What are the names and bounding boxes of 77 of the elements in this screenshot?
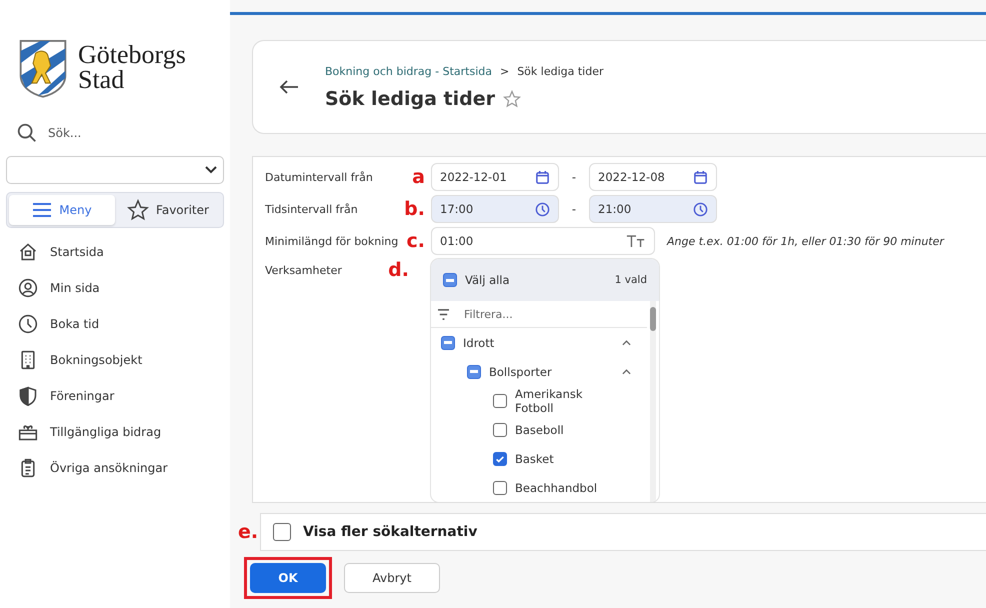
calendar-icon[interactable]: [535, 170, 550, 184]
checkbox[interactable]: [493, 452, 507, 466]
ok-button[interactable]: OK: [250, 563, 326, 593]
time-field[interactable]: 21:00: [589, 195, 717, 223]
field-label: Minimilängd för bokning: [265, 234, 398, 248]
time-field[interactable]: 17:00: [431, 195, 559, 223]
nav-item[interactable]: Boka tid: [6, 306, 224, 342]
view-tab[interactable]: Favoriter: [115, 195, 221, 225]
breadcrumb-link[interactable]: Bokning och bidrag - Startsida: [325, 64, 492, 78]
scrollbar[interactable]: [650, 301, 656, 502]
tree-item-label[interactable]: Idrott: [463, 336, 553, 350]
text-format-icon: [626, 234, 646, 248]
search-icon: [16, 122, 38, 144]
view-tab[interactable]: Meny: [9, 195, 115, 225]
group-checkbox[interactable]: [467, 364, 481, 378]
duration-field[interactable]: 01:00: [431, 227, 655, 255]
checkbox[interactable]: [273, 523, 291, 541]
logo-text: Stad: [78, 67, 124, 92]
nav-item[interactable]: Föreningar: [6, 378, 224, 414]
breadcrumb-separator: >: [500, 64, 510, 78]
more-options-toggle[interactable]: Visa fler sökalternativ: [260, 513, 986, 551]
filter-icon: [437, 308, 450, 320]
calendar-icon[interactable]: [693, 170, 708, 184]
field-label: Tidsintervall från: [265, 202, 358, 216]
field-value: 17:00: [440, 202, 474, 216]
tree-item-label[interactable]: Baseboll: [515, 422, 605, 436]
field-label: Verksamheter: [265, 264, 342, 276]
tree-item-label[interactable]: Beachhandbol: [515, 480, 605, 494]
shield-icon: [18, 386, 38, 406]
breadcrumb-current: Sök lediga tider: [517, 64, 604, 78]
home-icon: [18, 242, 38, 262]
group-checkbox[interactable]: [441, 336, 455, 350]
group-checkbox[interactable]: [443, 273, 457, 287]
checkbox[interactable]: [493, 394, 507, 408]
field-label: Datumintervall från: [265, 170, 373, 184]
clock-icon[interactable]: [693, 202, 708, 216]
annotation-letter: c.: [406, 230, 425, 252]
annotation-letter: b.: [404, 198, 425, 220]
tree-item-label[interactable]: Bollsporter: [489, 364, 579, 378]
tree-item-label[interactable]: Basket: [515, 452, 605, 466]
back-arrow-icon[interactable]: [279, 79, 299, 95]
nav-item[interactable]: Min sida: [6, 270, 224, 306]
select-all-label[interactable]: Välj alla: [465, 273, 510, 287]
cancel-button[interactable]: Avbryt: [344, 563, 440, 593]
date-field[interactable]: 2022-12-01: [431, 163, 559, 191]
field-value: 01:00: [440, 234, 474, 248]
clock-icon[interactable]: [535, 202, 550, 216]
date-field[interactable]: 2022-12-08: [589, 163, 717, 191]
chevron-up-icon[interactable]: [622, 368, 631, 374]
selected-count: 1 vald: [614, 274, 647, 286]
menu-icon: [32, 202, 52, 218]
field-value: 2022-12-08: [598, 170, 665, 184]
annotation-letter: a: [412, 166, 425, 188]
checkmark-icon: [495, 454, 505, 464]
range-dash: -: [570, 202, 578, 216]
chevron-up-icon[interactable]: [622, 340, 631, 346]
tree-item-label[interactable]: Amerikansk Fotboll: [515, 386, 605, 414]
star-icon[interactable]: [503, 90, 521, 108]
field-value: 2022-12-01: [440, 170, 507, 184]
nav-item[interactable]: Övriga ansökningar: [6, 450, 224, 486]
page-title: Sök lediga tider: [325, 88, 495, 110]
user-icon: [18, 278, 38, 298]
dropdown-field[interactable]: [6, 156, 224, 184]
nav-item[interactable]: Tillgängliga bidrag: [6, 414, 224, 450]
nav-item[interactable]: Startsida: [6, 234, 224, 270]
clock-icon: [18, 314, 38, 334]
star-icon: [127, 199, 150, 221]
logo-text: Göteborgs: [78, 42, 186, 67]
field-value: 21:00: [598, 202, 632, 216]
hint-text: Ange t.ex. 01:00 för 1h, eller 01:30 för 90 minuter: [667, 234, 944, 248]
checkbox[interactable]: [493, 422, 507, 436]
nav-item[interactable]: Bokningsobjekt: [6, 342, 224, 378]
annotation-letter: d.: [388, 259, 409, 281]
range-dash: -: [570, 170, 578, 184]
checkbox[interactable]: [493, 480, 507, 494]
chevron-down-icon: [205, 166, 217, 174]
annotation-letter: e.: [238, 521, 260, 543]
